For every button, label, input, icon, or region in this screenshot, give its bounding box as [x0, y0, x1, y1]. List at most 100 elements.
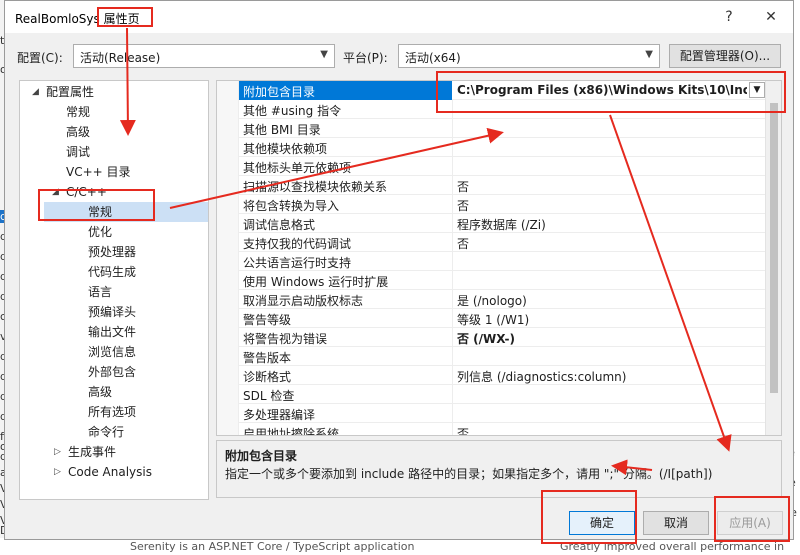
property-value[interactable]: 否: [457, 425, 763, 435]
tree-item-cpp-advanced[interactable]: 高级: [88, 382, 112, 402]
tree-item-optimization[interactable]: 优化: [88, 222, 112, 242]
expanded-arrow-icon[interactable]: ◢: [32, 87, 39, 97]
tree-item-command-line[interactable]: 命令行: [88, 422, 124, 442]
property-value[interactable]: 否: [457, 197, 763, 214]
configuration-row: 配置(C): 活动(Release) ▼ 平台(P): 活动(x64) ▼ 配置…: [5, 44, 793, 70]
bg-bottom-text-left: Serenity is an ASP.NET Core / TypeScript…: [130, 540, 415, 553]
property-name: SDL 检查: [243, 389, 295, 403]
tree-item-build-events[interactable]: 生成事件: [68, 442, 116, 462]
property-value[interactable]: 等级 1 (/W1): [457, 311, 763, 328]
tree-item-advanced[interactable]: 高级: [66, 122, 90, 142]
configuration-manager-button[interactable]: 配置管理器(O)...: [669, 44, 781, 68]
tree-item-preprocessor[interactable]: 预处理器: [88, 242, 136, 262]
property-row[interactable]: 公共语言运行时支持: [239, 252, 767, 271]
property-value[interactable]: C:\Program Files (x86)\Windows Kits\10\I…: [457, 83, 747, 97]
property-name: 其他 BMI 目录: [243, 123, 321, 137]
tree-item-code-generation[interactable]: 代码生成: [88, 262, 136, 282]
tree-item-language[interactable]: 语言: [88, 282, 112, 302]
tree-item-all-options[interactable]: 所有选项: [88, 402, 136, 422]
tree-item-code-analysis[interactable]: Code Analysis: [68, 462, 152, 482]
property-name: 其他模块依赖项: [243, 142, 328, 156]
property-value[interactable]: 否 (/WX-): [457, 330, 763, 347]
tree-item-cpp-general[interactable]: 常规: [44, 202, 208, 222]
property-row[interactable]: 多处理器编译: [239, 404, 767, 423]
config-select[interactable]: 活动(Release) ▼: [73, 44, 335, 68]
expanded-arrow-icon[interactable]: ◢: [52, 187, 59, 197]
vertical-scrollbar[interactable]: [765, 81, 781, 435]
property-name: 警告版本: [243, 351, 292, 365]
platform-label: 平台(P):: [343, 51, 388, 65]
property-row[interactable]: 调试信息格式 程序数据库 (/Zi): [239, 214, 767, 233]
property-name: 使用 Windows 运行时扩展: [243, 275, 389, 289]
property-row[interactable]: 其他标头单元依赖项: [239, 157, 767, 176]
property-pages-dialog: RealBomloSys 属性页 ? ✕ 配置(C): 活动(Release) …: [4, 0, 794, 540]
scrollbar-thumb[interactable]: [770, 103, 778, 393]
property-name: 将包含转换为导入: [243, 199, 340, 213]
property-row[interactable]: 其他模块依赖项: [239, 138, 767, 157]
collapsed-arrow-icon[interactable]: ▷: [54, 447, 61, 457]
grid-gutter: [217, 81, 239, 435]
description-panel: 附加包含目录 指定一个或多个要添加到 include 路径中的目录；如果指定多个…: [216, 440, 782, 498]
property-name: 调试信息格式: [243, 218, 316, 232]
tree-item-external-includes[interactable]: 外部包含: [88, 362, 136, 382]
property-name: 其他标头单元依赖项: [243, 161, 352, 175]
bg-bottom-text-right: Greatly improved overall performance in: [560, 540, 785, 553]
property-row[interactable]: 将警告视为错误 否 (/WX-): [239, 328, 767, 347]
chevron-down-icon: ▼: [645, 49, 653, 60]
property-name: 支持仅我的代码调试: [243, 237, 352, 251]
property-name: 公共语言运行时支持: [243, 256, 352, 270]
platform-select-value: 活动(x64): [405, 51, 461, 65]
property-row[interactable]: SDL 检查: [239, 385, 767, 404]
property-row[interactable]: 扫描源以查找模块依赖关系 否: [239, 176, 767, 195]
tree-item-cpp[interactable]: C/C++: [66, 182, 107, 202]
background-window-bottom: Serenity is an ASP.NET Core / TypeScript…: [0, 538, 800, 555]
property-row[interactable]: 其他 BMI 目录: [239, 119, 767, 138]
property-row[interactable]: 其他 #using 指令: [239, 100, 767, 119]
tree-item-config-properties[interactable]: 配置属性: [46, 82, 94, 102]
property-grid: 附加包含目录 C:\Program Files (x86)\Windows Ki…: [216, 80, 782, 436]
cancel-button[interactable]: 取消: [643, 511, 709, 535]
property-name: 将警告视为错误: [243, 332, 328, 346]
description-title: 附加包含目录: [225, 449, 298, 463]
collapsed-arrow-icon[interactable]: ▷: [54, 467, 61, 477]
property-name: 诊断格式: [243, 370, 292, 384]
dialog-title: RealBomloSys 属性页: [15, 12, 140, 26]
property-row[interactable]: 将包含转换为导入 否: [239, 195, 767, 214]
property-row[interactable]: 支持仅我的代码调试 否: [239, 233, 767, 252]
property-name: 多处理器编译: [243, 408, 316, 422]
property-value[interactable]: 列信息 (/diagnostics:column): [457, 368, 763, 385]
property-value[interactable]: 否: [457, 178, 763, 195]
close-button[interactable]: ✕: [759, 5, 783, 29]
chevron-down-icon[interactable]: ▼: [749, 82, 765, 98]
property-value[interactable]: 程序数据库 (/Zi): [457, 216, 763, 233]
tree-item-output-files[interactable]: 输出文件: [88, 322, 136, 342]
property-name: 取消显示启动版权标志: [243, 294, 364, 308]
property-row[interactable]: 取消显示启动版权标志 是 (/nologo): [239, 290, 767, 309]
property-row[interactable]: 启用地址擦除系统 否: [239, 423, 767, 436]
apply-button[interactable]: 应用(A): [717, 511, 783, 535]
config-select-value: 活动(Release): [80, 51, 161, 65]
property-name: 附加包含目录: [239, 81, 452, 100]
tree-item-general[interactable]: 常规: [66, 102, 90, 122]
property-name: 扫描源以查找模块依赖关系: [243, 180, 388, 194]
title-bar: RealBomloSys 属性页 ? ✕: [5, 1, 793, 33]
property-name: 启用地址擦除系统: [243, 427, 340, 436]
description-text: 指定一个或多个要添加到 include 路径中的目录；如果指定多个，请用 ";"…: [225, 467, 713, 481]
tree-item-browse-info[interactable]: 浏览信息: [88, 342, 136, 362]
property-value[interactable]: 否: [457, 235, 763, 252]
tree-item-vc-directories[interactable]: VC++ 目录: [66, 162, 131, 182]
property-row[interactable]: 附加包含目录 C:\Program Files (x86)\Windows Ki…: [239, 81, 767, 100]
property-row[interactable]: 使用 Windows 运行时扩展: [239, 271, 767, 290]
property-row[interactable]: 警告等级 等级 1 (/W1): [239, 309, 767, 328]
help-button[interactable]: ?: [717, 5, 741, 29]
platform-select[interactable]: 活动(x64) ▼: [398, 44, 660, 68]
property-row[interactable]: 警告版本: [239, 347, 767, 366]
property-row[interactable]: 诊断格式 列信息 (/diagnostics:column): [239, 366, 767, 385]
tree-item-debugging[interactable]: 调试: [66, 142, 90, 162]
tree-item-precompiled-headers[interactable]: 预编译头: [88, 302, 136, 322]
chevron-down-icon: ▼: [320, 49, 328, 60]
property-name: 其他 #using 指令: [243, 104, 342, 118]
ok-button[interactable]: 确定: [569, 511, 635, 535]
property-tree: ◢ 配置属性 常规 高级 调试 VC++ 目录 ◢ C/C++ 常规 优化 预处…: [19, 80, 209, 500]
property-value[interactable]: 是 (/nologo): [457, 292, 763, 309]
